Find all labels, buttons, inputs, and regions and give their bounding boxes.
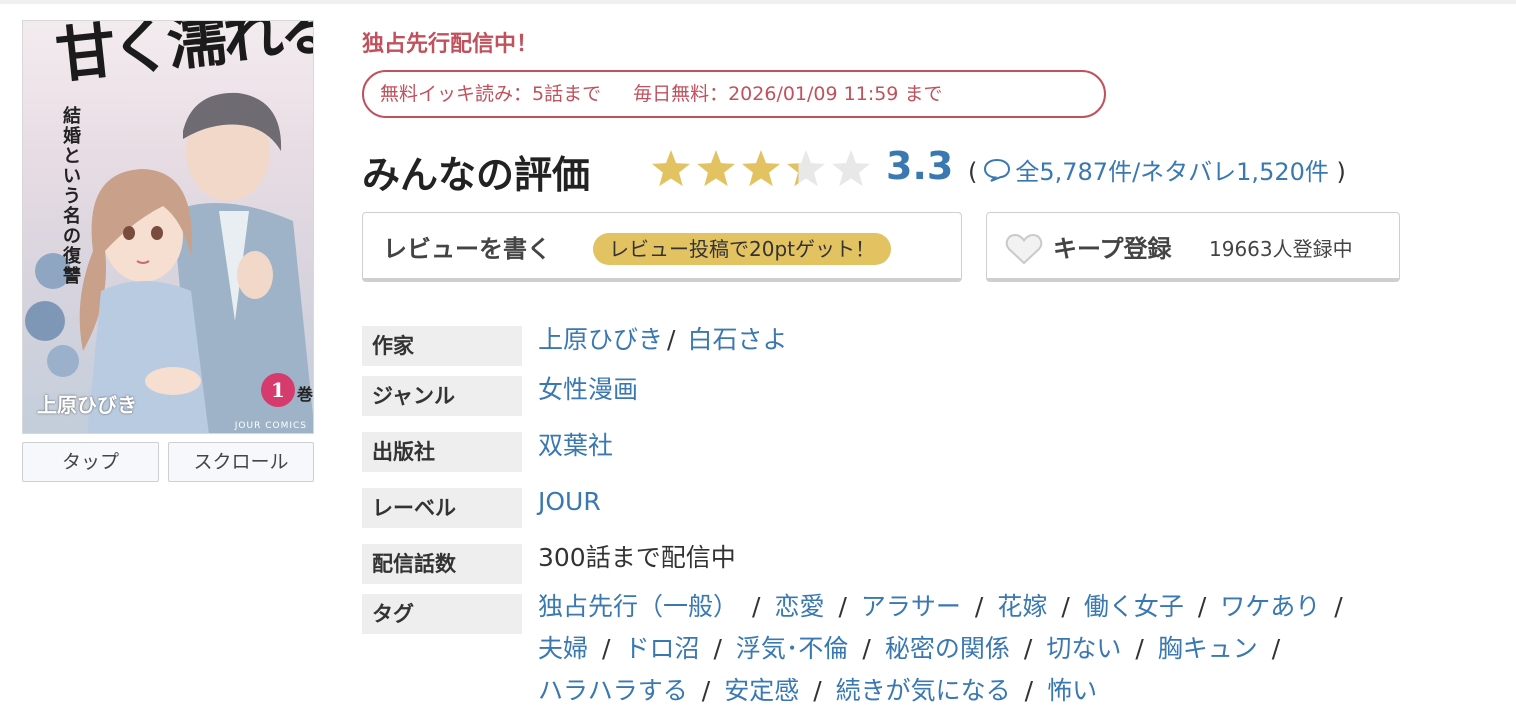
detail-label-genre: ジャンル [362,376,522,416]
cover-author: 上原ひびき [37,393,137,417]
tag-link[interactable]: アラサー [861,592,961,621]
exclusive-label: 独占先行配信中！ [362,32,539,57]
tag-separator: / [752,592,761,621]
detail-label-publisher: 出版社 [362,432,522,472]
tag-separator: / [701,676,711,705]
tag-link[interactable]: ハラハラする [538,676,688,705]
detail-label-tags: タグ [362,594,522,634]
tag-link[interactable]: 切ない [1046,634,1121,663]
star-icon [741,150,781,187]
tap-view-button[interactable]: タップ [22,442,159,482]
tag-separator: / [838,592,847,621]
publisher-link[interactable]: 双葉社 [538,431,613,460]
tag-line: 独占先行（一般） / 恋愛 / アラサー / 花嫁 / 働く女子 / ワケあり / [538,586,1468,628]
review-count-link[interactable]: 全5,787件/ネタバレ1,520件 [1015,158,1329,186]
free-binge-text: 無料イッキ読み：5話まで [380,83,602,105]
tag-link[interactable]: 続きが気になる [836,676,1011,705]
detail-label-episodes: 配信話数 [362,544,522,584]
tag-link[interactable]: 怖い [1047,676,1097,705]
cover-subtitle: 結婚という名の復讐 [63,106,81,287]
rating-score: 3.3 [886,144,954,188]
tag-link[interactable]: ドロ沼 [624,634,699,663]
heart-icon [1005,233,1043,269]
keep-button[interactable]: キープ登録 19663人登録中 [986,212,1400,282]
star-icon [831,150,871,187]
tag-separator: / [713,634,722,663]
tag-separator: / [1197,592,1207,621]
genre-link[interactable]: 女性漫画 [538,375,638,404]
detail-value-episodes: 300話まで配信中 [538,543,736,572]
review-reward-badge: レビュー投稿で20ptゲット！ [593,233,891,265]
tag-line: 夫婦 / ドロ沼 / 浮気･不倫 / 秘密の関係 / 切ない / 胸キュン / [538,628,1468,670]
star-icon [651,150,691,187]
paren-close: ) [1336,158,1346,186]
detail-value-imprint: JOUR [538,480,1468,524]
tag-separator: / [974,592,984,621]
detail-label-imprint: レーベル [362,488,522,528]
tag-separator: / [1271,634,1281,663]
rating-label: みんなの評価 [362,153,591,197]
tag-link[interactable]: 胸キュン [1158,634,1258,663]
tag-separator: / [1061,592,1070,621]
star-icon [696,150,736,187]
tag-separator: / [1334,592,1343,621]
author-separator: / [667,325,676,354]
keep-label: キープ登録 [1053,235,1172,263]
tag-separator: / [862,634,871,663]
tag-link[interactable]: 花嫁 [997,592,1047,621]
tag-link[interactable]: 恋愛 [774,592,824,621]
tag-separator: / [1135,634,1144,663]
write-review-button[interactable]: レビューを書く レビュー投稿で20ptゲット！ [362,212,962,282]
speech-bubble-icon [983,158,1011,188]
tag-separator: / [1024,676,1034,705]
tag-line: ハラハラする / 安定感 / 続きが気になる / 怖い [538,670,1468,712]
write-review-label: レビューを書く [383,235,551,263]
cover-image[interactable]: 甘く濡れる嘘 結婚という名の復讐 上原ひびき 1 巻 JOUR COMICS [22,20,314,434]
detail-value-author: 上原ひびき / 白石さよ [538,318,1468,362]
rating-stars [651,150,871,187]
imprint-link[interactable]: JOUR [538,487,601,516]
cover-volume-badge: 1 [261,373,295,407]
cover-publisher-mark: JOUR COMICS [234,421,307,431]
free-daily-text: 毎日無料：2026/01/09 11:59 まで [633,83,943,105]
author-link[interactable]: 白石さよ [687,325,787,354]
tag-separator: / [1023,634,1033,663]
tag-link[interactable]: 秘密の関係 [885,634,1010,663]
author-link[interactable]: 上原ひびき [538,325,663,354]
detail-value-genre: 女性漫画 [538,368,1468,412]
tag-link[interactable]: 安定感 [724,676,799,705]
detail-value-publisher: 双葉社 [538,424,1468,468]
tag-link[interactable]: 夫婦 [538,634,588,663]
tag-list: 独占先行（一般） / 恋愛 / アラサー / 花嫁 / 働く女子 / ワケあり / 夫婦 / ドロ沼 / 浮気･… [538,586,1468,712]
star-icon [786,150,826,187]
scroll-view-button[interactable]: スクロール [168,442,314,482]
tag-link[interactable]: 働く女子 [1084,592,1184,621]
cover-volume-suffix: 巻 [297,385,314,404]
free-info-box: 無料イッキ読み：5話まで 毎日無料：2026/01/09 11:59 まで [362,70,1106,118]
paren-open: ( [968,158,978,186]
tag-link[interactable]: ワケあり [1220,592,1320,621]
tag-separator: / [602,634,611,663]
keep-count: 19663人登録中 [1209,237,1353,261]
tag-separator: / [813,676,822,705]
top-divider [0,0,1516,4]
review-count[interactable]: ( 全5,787件/ネタバレ1,520件 ) [968,152,1346,188]
tag-link[interactable]: 浮気･不倫 [736,634,849,663]
tag-link[interactable]: 独占先行（一般） [538,592,738,621]
detail-label-author: 作家 [362,326,522,366]
